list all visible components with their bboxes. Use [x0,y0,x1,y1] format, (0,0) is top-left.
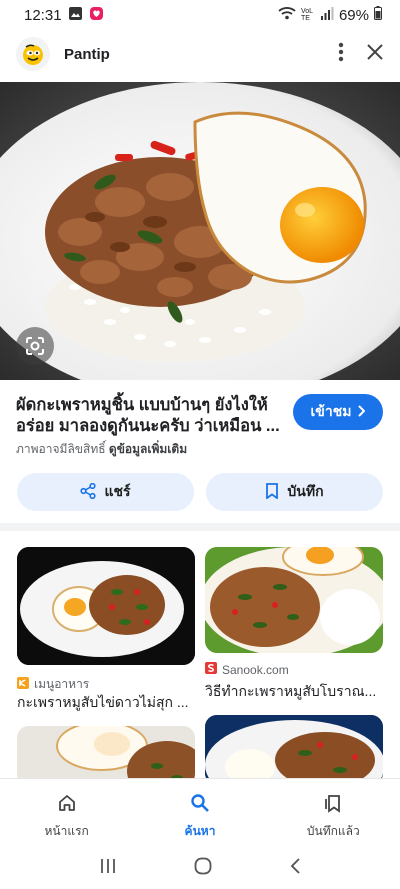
share-button[interactable]: แชร์ [17,473,194,511]
sanook-favicon-icon [205,662,217,677]
related-source-2: Sanook.com [205,662,289,677]
related-title-2[interactable]: วิธีทำกะเพราหมูสับโบราณ... [205,681,385,703]
copyright-notice: ภาพอาจมีลิขสิทธิ์ ดูข้อมูลเพิ่มเติม [16,440,187,459]
more-info-link[interactable]: ดูข้อมูลเพิ่มเติม [109,442,187,456]
nav-search-label: ค้นหา [184,824,216,838]
saved-collections-icon [323,793,343,816]
back-icon[interactable] [289,857,301,880]
lens-icon [26,337,44,355]
related-image-2[interactable] [205,547,383,653]
app-header: Pantip [0,34,400,74]
hero-image[interactable] [0,82,400,380]
battery-level: 69% [338,6,369,24]
nav-home-label: หน้าแรก [44,824,89,838]
section-divider [0,523,400,531]
chevron-right-icon [357,404,366,420]
bookmark-icon [265,482,279,502]
visit-label: เข้าชม [310,403,352,419]
wifi-icon [278,6,296,24]
system-navigation [0,848,400,889]
result-title[interactable]: ผัดกะเพราหมูชิ้น แบบบ้านๆ ยังไงให้อร่อย … [16,395,286,437]
more-options-icon[interactable] [338,42,344,67]
save-label: บันทึก [287,483,324,499]
nav-home[interactable]: หน้าแรก [0,779,133,848]
share-label: แชร์ [104,483,131,499]
close-icon[interactable] [366,43,384,66]
home-button-icon[interactable] [194,857,212,880]
home-icon [57,793,77,816]
google-lens-button[interactable] [16,327,54,365]
app-notification-icon [89,6,104,25]
signal-icon [320,6,334,24]
related-image-4[interactable] [205,715,383,785]
copyright-text: ภาพอาจมีลิขสิทธิ์ [16,442,106,456]
related-image-3[interactable] [17,726,195,786]
source-favicon-icon [17,677,29,692]
nav-saved-label: บันทึกแล้ว [306,824,360,838]
related-image-1[interactable] [17,547,195,665]
status-bar: 12:31 VoLTE 69% [0,0,400,30]
bottom-navigation: หน้าแรก ค้นหา บันทึกแล้ว [0,778,400,848]
share-icon [80,482,97,502]
visit-button[interactable]: เข้าชม [293,394,383,430]
nav-search[interactable]: ค้นหา [133,779,266,848]
recent-apps-icon[interactable] [99,858,117,879]
nav-saved[interactable]: บันทึกแล้ว [267,779,400,848]
clock: 12:31 [24,6,62,24]
related-title-1[interactable]: กะเพราหมูสับไข่ดาวไม่สุก ... [17,692,197,714]
search-icon [190,793,210,816]
save-button[interactable]: บันทึก [206,473,383,511]
gallery-icon [68,6,83,25]
volte-label: VoLTE [300,8,314,22]
pantip-logo-icon[interactable] [16,37,50,71]
source-name: Sanook.com [222,662,289,677]
battery-icon [374,6,382,24]
site-name: Pantip [64,45,110,63]
